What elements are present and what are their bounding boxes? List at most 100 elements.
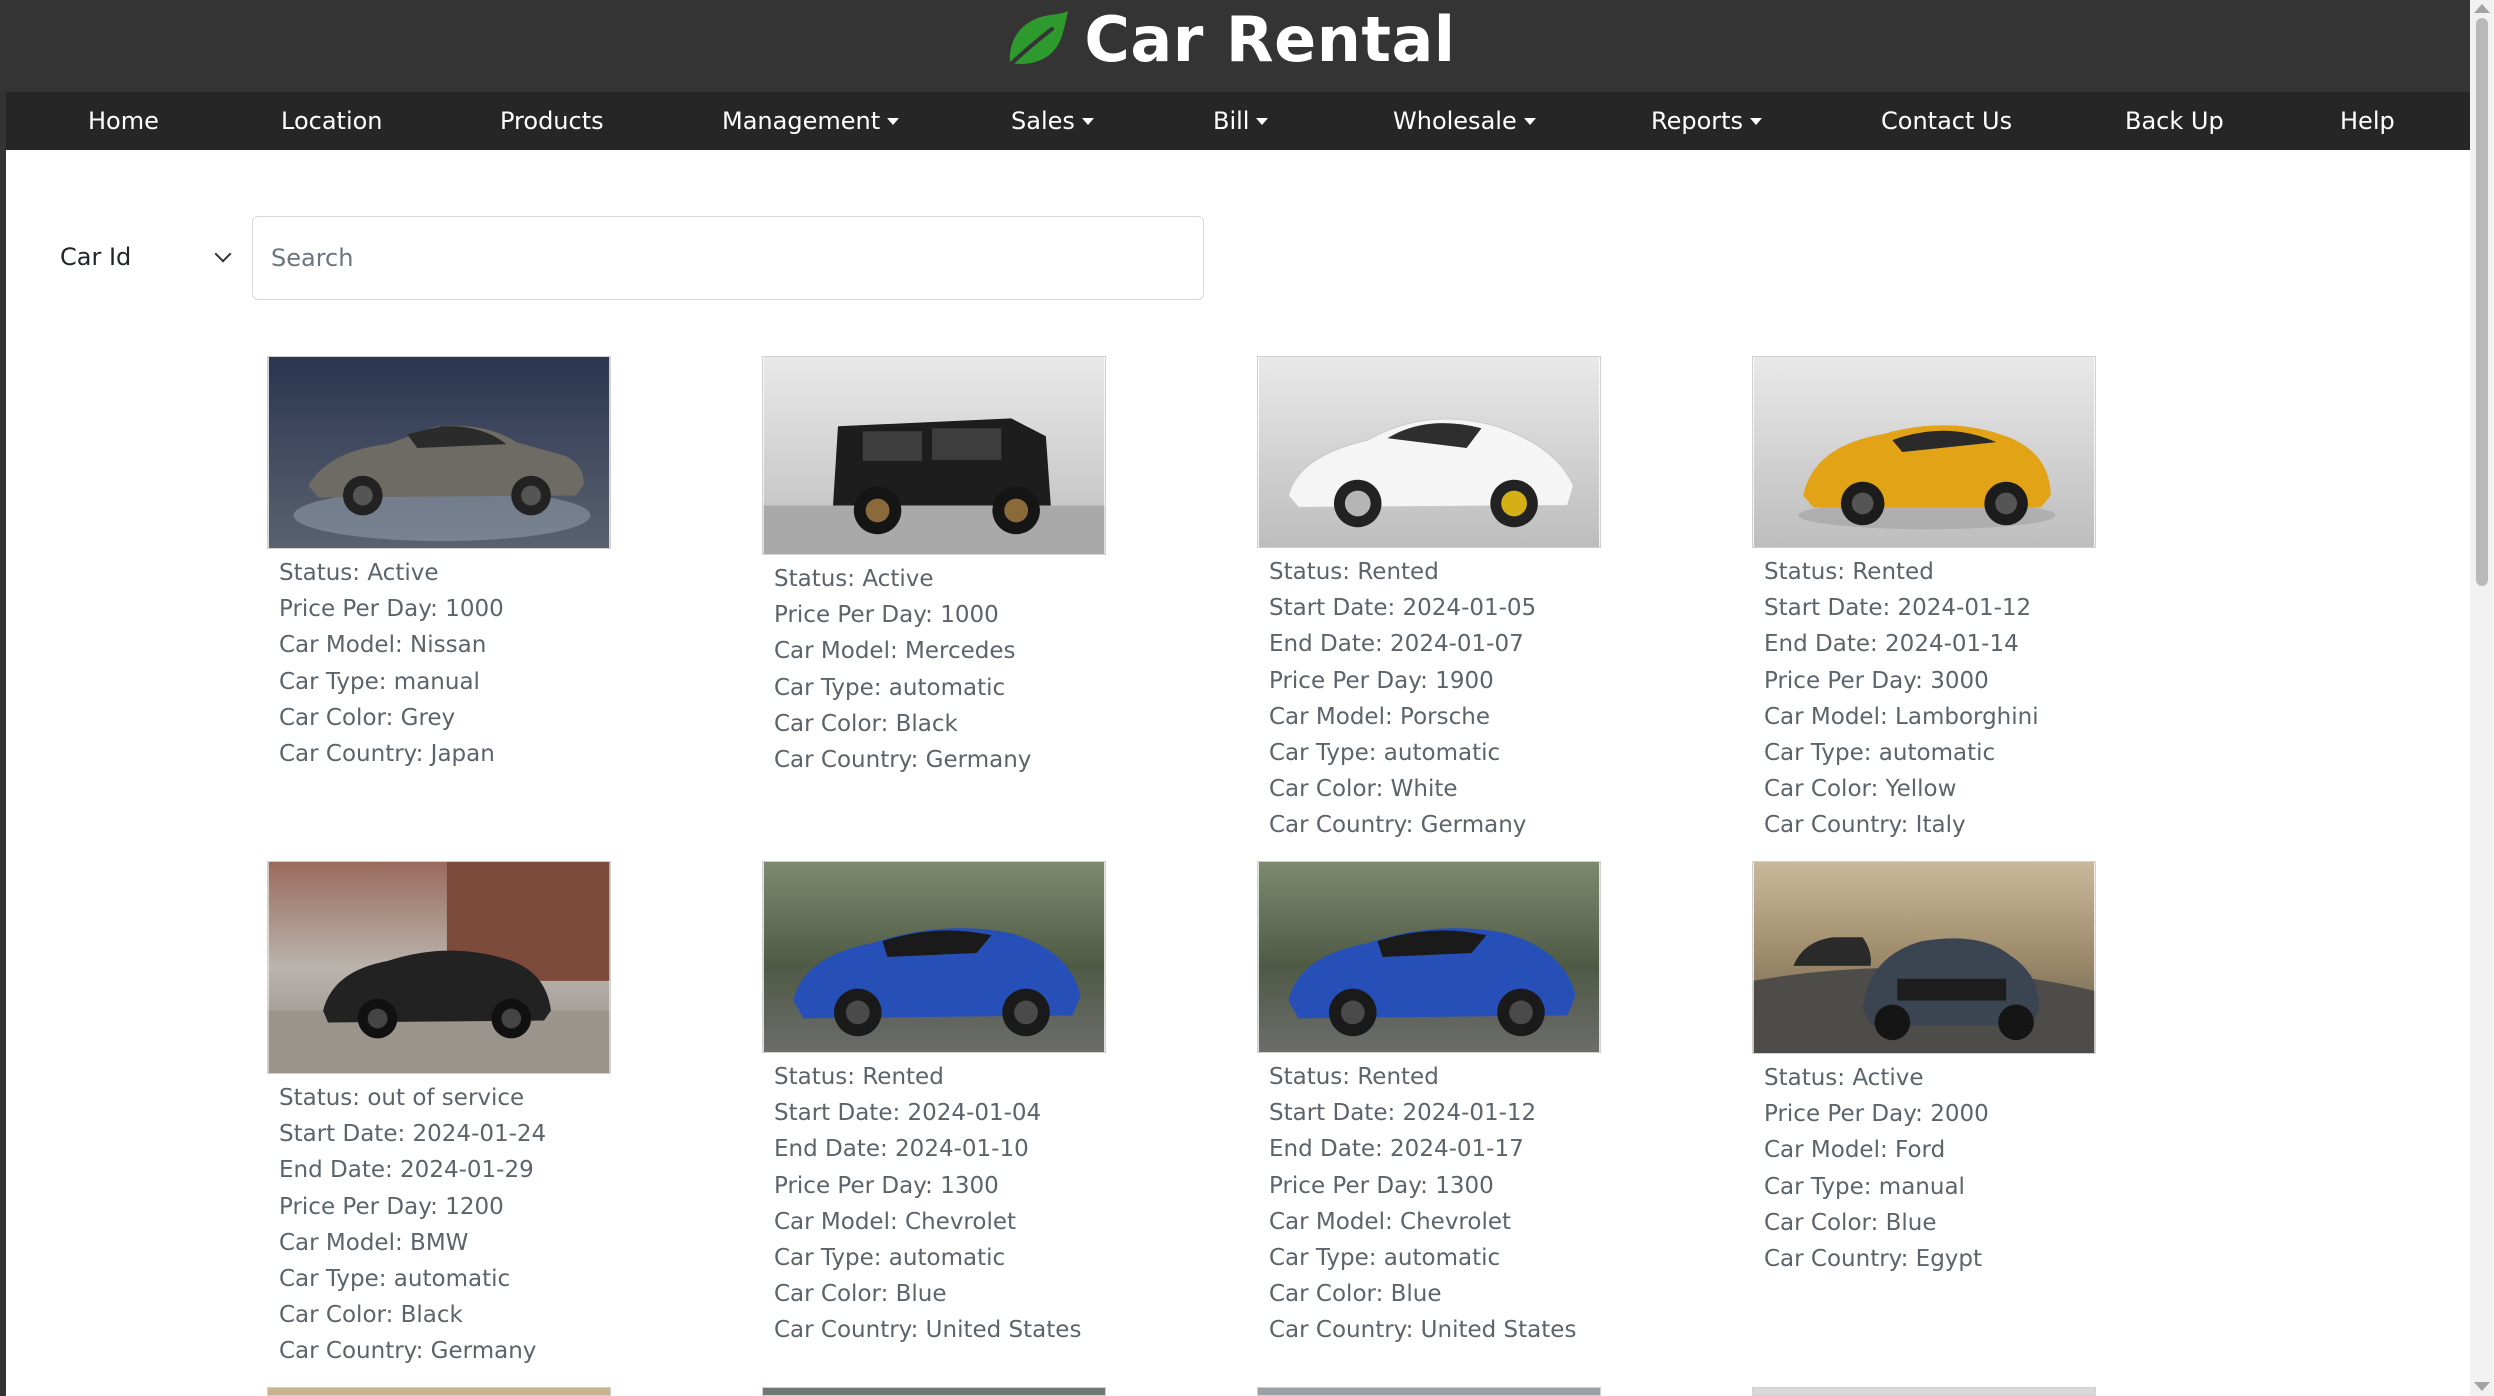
car-status: Status: Rented [1269, 1064, 1439, 1090]
car-type: Car Type: manual [1764, 1173, 1965, 1200]
car-start-date: Start Date: 2024-01-24 [279, 1121, 547, 1148]
car-start-date: Start Date: 2024-01-12 [1269, 1100, 1537, 1127]
car-end-date: End Date: 2024-01-10 [774, 1136, 1029, 1163]
car-details: Status: Rented Start Date: 2024-01-12 En… [1752, 554, 2172, 844]
leaf-logo-icon [1006, 11, 1069, 69]
car-card[interactable]: Status: Rented Start Date: 2024-01-12 En… [1257, 861, 1677, 1349]
nav-label: Wholesale [1393, 107, 1517, 135]
car-card[interactable]: Status: out of service Start Date: 2024-… [267, 861, 687, 1370]
car-card[interactable]: Status: Active Price Per Day: 2000 Car M… [1752, 861, 2172, 1277]
nav-label: Home [88, 107, 159, 135]
car-price: Price Per Day: 3000 [1764, 667, 1989, 694]
car-card-partial[interactable] [1752, 1387, 2096, 1396]
car-start-date: Start Date: 2024-01-04 [774, 1100, 1042, 1127]
car-type: Car Type: automatic [1269, 740, 1501, 767]
car-country: Car Country: Germany [1269, 812, 1527, 839]
car-color: Car Color: Yellow [1764, 776, 1957, 803]
car-model: Car Model: Porsche [1269, 703, 1490, 730]
car-color: Car Color: White [1269, 776, 1458, 803]
nav-label: Sales [1011, 107, 1075, 135]
car-start-date: Start Date: 2024-01-12 [1764, 595, 2032, 622]
car-details: Status: Rented Start Date: 2024-01-12 En… [1257, 1059, 1677, 1349]
car-card[interactable]: Status: Rented Start Date: 2024-01-04 En… [762, 861, 1182, 1349]
nav-label: Products [500, 107, 604, 135]
car-price: Price Per Day: 1200 [279, 1193, 504, 1220]
car-details: Status: Rented Start Date: 2024-01-05 En… [1257, 554, 1677, 844]
car-card-partial[interactable] [1257, 1387, 1601, 1396]
car-status: Status: Active [774, 566, 934, 592]
nav-location[interactable]: Location [281, 92, 383, 150]
car-color: Car Color: Black [774, 710, 958, 737]
main-navbar: Home Location Products Management Sales … [6, 92, 2470, 150]
app-header: Car Rental [0, 0, 2470, 92]
car-model: Car Model: Lamborghini [1764, 703, 2039, 730]
car-model: Car Model: Chevrolet [774, 1208, 1017, 1235]
car-price: Price Per Day: 1300 [1269, 1172, 1494, 1199]
car-model: Car Model: Ford [1764, 1137, 1946, 1164]
scroll-up-arrow-icon[interactable] [2474, 4, 2490, 13]
nav-bill[interactable]: Bill [1213, 92, 1269, 150]
car-country: Car Country: Germany [774, 747, 1032, 774]
car-image-mercedes [762, 356, 1106, 555]
scroll-down-arrow-icon[interactable] [2474, 1382, 2490, 1391]
car-price: Price Per Day: 2000 [1764, 1101, 1989, 1128]
car-model: Car Model: Nissan [279, 632, 487, 659]
car-card-partial[interactable] [762, 1387, 1106, 1396]
brand[interactable]: Car Rental [1004, 3, 1455, 76]
car-color: Car Color: Grey [279, 704, 456, 731]
nav-label: Help [2340, 107, 2395, 135]
car-card[interactable]: Status: Rented Start Date: 2024-01-12 En… [1752, 356, 2172, 844]
car-country: Car Country: Italy [1764, 812, 1966, 839]
nav-products[interactable]: Products [500, 92, 604, 150]
car-status: Status: out of service [279, 1085, 525, 1111]
car-card[interactable]: Status: Active Price Per Day: 1000 Car M… [762, 356, 1182, 778]
car-country: Car Country: United States [1269, 1317, 1577, 1344]
nav-label: Management [722, 107, 881, 135]
scrollbar-thumb[interactable] [2476, 18, 2488, 586]
nav-sales[interactable]: Sales [1011, 92, 1094, 150]
car-image-ford [1752, 861, 2096, 1054]
nav-contact-us[interactable]: Contact Us [1881, 92, 2012, 150]
car-image-chevrolet [762, 861, 1106, 1053]
car-model: Car Model: BMW [279, 1229, 469, 1256]
caret-down-icon [1750, 118, 1763, 125]
nav-back-up[interactable]: Back Up [2125, 92, 2224, 150]
nav-reports[interactable]: Reports [1651, 92, 1763, 150]
caret-down-icon [1523, 118, 1536, 125]
car-status: Status: Rented [1764, 559, 1934, 585]
car-image-nissan [267, 356, 611, 549]
car-details: Status: Active Price Per Day: 1000 Car M… [762, 561, 1182, 778]
nav-label: Location [281, 107, 383, 135]
nav-management[interactable]: Management [722, 92, 900, 150]
car-country: Car Country: Egypt [1764, 1246, 1983, 1273]
car-price: Price Per Day: 1300 [774, 1172, 999, 1199]
nav-wholesale[interactable]: Wholesale [1393, 92, 1536, 150]
car-type: Car Type: automatic [774, 1245, 1006, 1272]
car-color: Car Color: Blue [774, 1281, 947, 1308]
nav-help[interactable]: Help [2340, 92, 2395, 150]
car-start-date: Start Date: 2024-01-05 [1269, 595, 1537, 622]
car-country: Car Country: Japan [279, 741, 495, 768]
nav-home[interactable]: Home [88, 92, 159, 150]
left-edge [0, 0, 6, 1396]
car-details: Status: Active Price Per Day: 1000 Car M… [267, 555, 687, 772]
car-status: Status: Rented [774, 1064, 944, 1090]
car-card[interactable]: Status: Active Price Per Day: 1000 Car M… [267, 356, 687, 772]
car-image-bmw [267, 861, 611, 1074]
car-card-partial[interactable] [267, 1387, 611, 1396]
car-type: Car Type: automatic [1764, 740, 1996, 767]
search-field-select[interactable]: Car Id [60, 232, 240, 282]
car-end-date: End Date: 2024-01-14 [1764, 631, 2019, 658]
car-price: Price Per Day: 1000 [279, 596, 504, 623]
select-value: Car Id [60, 243, 132, 271]
car-image-chevrolet [1257, 861, 1601, 1053]
car-end-date: End Date: 2024-01-29 [279, 1157, 534, 1184]
caret-down-icon [887, 118, 900, 125]
car-type: Car Type: automatic [1269, 1245, 1501, 1272]
car-details: Status: Rented Start Date: 2024-01-04 En… [762, 1059, 1182, 1349]
car-price: Price Per Day: 1900 [1269, 667, 1494, 694]
search-input[interactable] [252, 216, 1204, 300]
car-card[interactable]: Status: Rented Start Date: 2024-01-05 En… [1257, 356, 1677, 844]
caret-down-icon [1081, 118, 1094, 125]
car-image-porsche [1257, 356, 1601, 548]
